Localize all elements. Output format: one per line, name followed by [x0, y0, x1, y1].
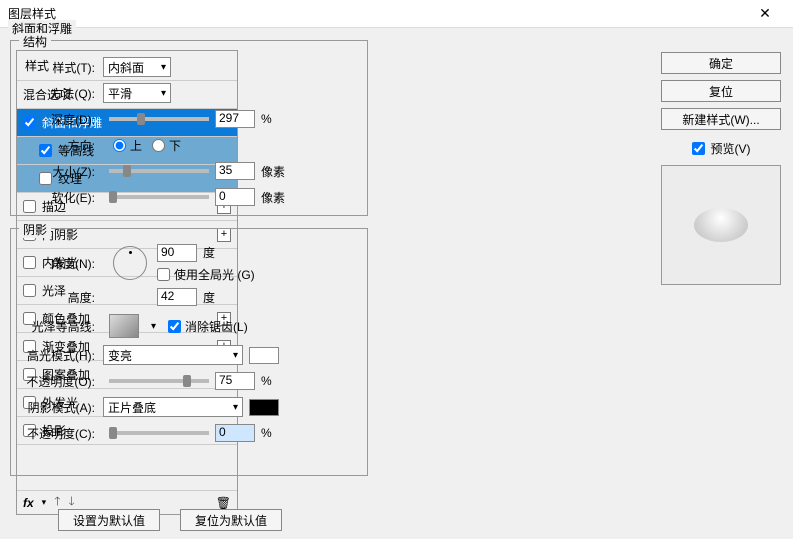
close-icon[interactable]: ✕ [745, 5, 785, 22]
fx-menu-icon[interactable]: fx [23, 496, 34, 510]
size-field[interactable]: 35 [215, 162, 255, 180]
ok-button[interactable]: 确定 [661, 52, 781, 74]
shading-title: 阴影 [19, 221, 51, 238]
soften-slider[interactable] [109, 195, 209, 199]
depth-unit: % [261, 112, 272, 126]
size-slider[interactable] [109, 169, 209, 173]
highlight-mode-label: 高光模式(H): [19, 347, 103, 364]
shadow-opacity-field[interactable]: 0 [215, 424, 255, 442]
angle-unit: 度 [203, 244, 215, 261]
shadow-mode-dropdown[interactable]: 正片叠底▾ [103, 397, 243, 417]
direction-down-label: 下 [169, 137, 181, 154]
direction-up-radio[interactable] [113, 139, 126, 152]
make-default-button[interactable]: 设置为默认值 [58, 509, 160, 531]
size-unit: 像素 [261, 163, 285, 180]
chevron-down-icon: ▾ [161, 62, 166, 73]
soften-unit: 像素 [261, 189, 285, 206]
technique-label: 方法(Q): [19, 85, 103, 102]
right-column: 确定 复位 新建样式(W)... 预览(V) [661, 52, 781, 285]
size-label: 大小(Z): [19, 163, 103, 180]
shadow-opacity-unit: % [261, 426, 272, 440]
depth-label: 深度(D): [19, 111, 103, 128]
reset-default-button[interactable]: 复位为默认值 [180, 509, 282, 531]
structure-group: 结构 样式(T):内斜面▾ 方法(Q):平滑▾ 深度(D):297% 方向:上下… [10, 40, 368, 216]
structure-title: 结构 [19, 33, 51, 50]
shading-group: 阴影 角度(N): 90度 使用全局光 (G) 高度:42度 光泽等高线:▾消除… [10, 228, 368, 476]
antialias-checkbox[interactable] [168, 320, 181, 333]
angle-label: 角度(N): [19, 255, 103, 272]
chevron-down-icon: ▾ [161, 88, 166, 99]
direction-up-label: 上 [130, 137, 142, 154]
style-dropdown[interactable]: 内斜面▾ [103, 57, 171, 77]
angle-field[interactable]: 90 [157, 244, 197, 262]
trash-icon[interactable]: 🗑 [216, 496, 231, 510]
depth-field[interactable]: 297 [215, 110, 255, 128]
direction-label: 方向: [19, 137, 103, 154]
preview-checkbox[interactable] [692, 142, 705, 155]
highlight-mode-dropdown[interactable]: 变亮▾ [103, 345, 243, 365]
new-style-button[interactable]: 新建样式(W)... [661, 108, 781, 130]
global-light-label: 使用全局光 (G) [174, 266, 255, 283]
gloss-contour-label: 光泽等高线: [19, 318, 103, 335]
altitude-unit: 度 [203, 289, 215, 306]
highlight-opacity-label: 不透明度(O): [19, 373, 103, 390]
altitude-field[interactable]: 42 [157, 288, 197, 306]
preview-box [661, 165, 781, 285]
shadow-color-swatch[interactable] [249, 399, 279, 416]
window-title: 图层样式 [8, 5, 745, 22]
preview-label: 预览(V) [711, 140, 751, 157]
highlight-opacity-field[interactable]: 75 [215, 372, 255, 390]
bevel-settings: 斜面和浮雕 结构 样式(T):内斜面▾ 方法(Q):平滑▾ 深度(D):297%… [0, 28, 370, 520]
shadow-opacity-label: 不透明度(C): [19, 425, 103, 442]
antialias-label: 消除锯齿(L) [185, 318, 248, 335]
highlight-opacity-slider[interactable] [109, 379, 209, 383]
reset-button[interactable]: 复位 [661, 80, 781, 102]
soften-label: 软化(E): [19, 189, 103, 206]
shadow-mode-label: 阴影模式(A): [19, 399, 103, 416]
global-light-checkbox[interactable] [157, 268, 170, 281]
preview-orb [694, 208, 748, 242]
highlight-opacity-unit: % [261, 374, 272, 388]
technique-dropdown[interactable]: 平滑▾ [103, 83, 171, 103]
chevron-down-icon: ▾ [233, 402, 238, 413]
style-label: 样式(T): [19, 59, 103, 76]
highlight-color-swatch[interactable] [249, 347, 279, 364]
chevron-down-icon[interactable]: ▾ [151, 321, 156, 332]
soften-field[interactable]: 0 [215, 188, 255, 206]
gloss-contour-picker[interactable] [109, 314, 139, 338]
direction-down-radio[interactable] [152, 139, 165, 152]
shadow-opacity-slider[interactable] [109, 431, 209, 435]
angle-widget[interactable] [113, 246, 147, 280]
depth-slider[interactable] [109, 117, 209, 121]
chevron-down-icon: ▾ [233, 350, 238, 361]
altitude-label: 高度: [19, 289, 103, 306]
